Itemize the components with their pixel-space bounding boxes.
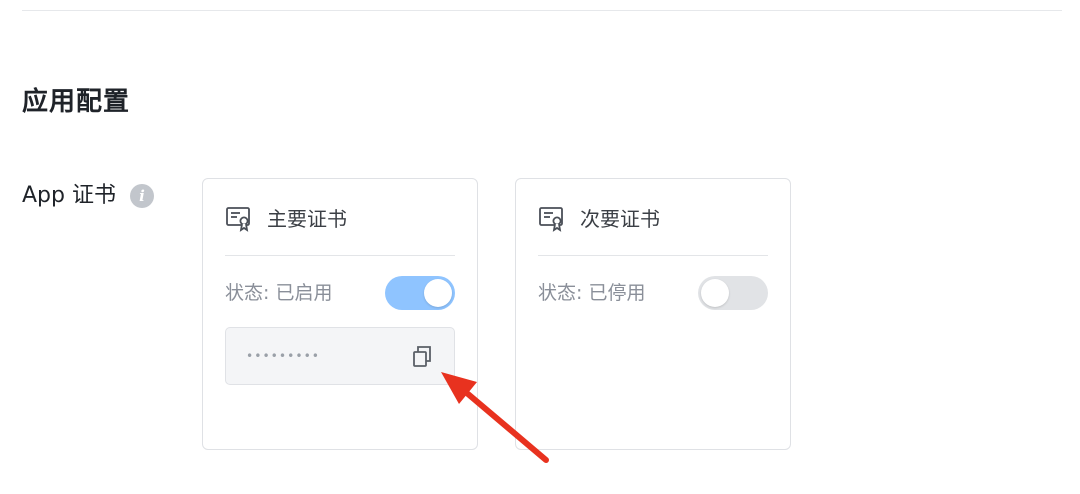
enable-toggle[interactable] [698,276,768,310]
secondary-certificate-card: 次要证书 状态: 已停用 [515,178,791,450]
status-row: 状态: 已停用 [538,275,768,311]
certificate-secret-field: ••••••••• [225,327,455,385]
section-title: 应用配置 [22,87,131,117]
card-title: 主要证书 [267,207,347,231]
top-divider [22,10,1062,11]
toggle-knob [424,279,452,307]
certificate-icon [538,206,566,232]
card-title: 次要证书 [580,207,660,231]
card-header: 次要证书 [538,205,660,233]
card-divider [225,255,455,256]
status-row: 状态: 已启用 [225,275,455,311]
certificate-icon [225,206,253,232]
toggle-knob [701,279,729,307]
info-icon[interactable]: i [129,184,154,208]
app-certificate-field: App 证书 i [22,178,154,214]
card-divider [538,255,768,256]
primary-certificate-card: 主要证书 状态: 已启用 ••••••••• [202,178,478,450]
secret-value: ••••••••• [246,349,321,363]
enable-toggle[interactable] [385,276,455,310]
field-label: App 证书 [22,183,116,208]
status-text: 状态: 已停用 [538,282,646,304]
card-header: 主要证书 [225,205,347,233]
status-text: 状态: 已启用 [225,282,333,304]
copy-icon[interactable] [410,344,434,368]
